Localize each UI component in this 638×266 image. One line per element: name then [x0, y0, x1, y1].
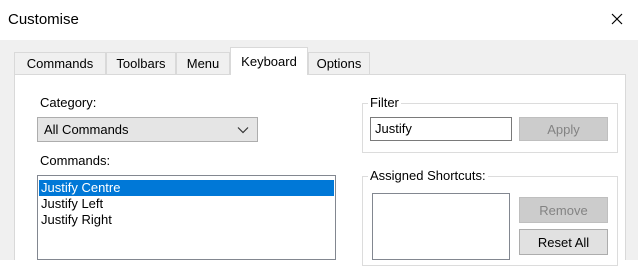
title-bar: Customise [0, 0, 638, 40]
shortcuts-listbox[interactable] [372, 193, 510, 260]
tab-label: Menu [186, 56, 220, 71]
filter-input[interactable]: Justify [370, 117, 512, 141]
category-value: All Commands [44, 122, 129, 137]
filter-input-value: Justify [375, 121, 412, 136]
list-item[interactable]: Justify Centre [39, 180, 334, 196]
category-dropdown[interactable]: All Commands [37, 117, 258, 142]
commands-label: Commands: [40, 153, 111, 168]
remove-button[interactable]: Remove [519, 197, 608, 223]
tab-label: Commands [26, 56, 94, 71]
tab-label: Options [316, 56, 362, 71]
close-icon [611, 13, 623, 25]
reset-all-button-label: Reset All [537, 234, 590, 250]
filter-group-title: Filter [368, 95, 401, 110]
tab-keyboard[interactable]: Keyboard [230, 47, 308, 75]
tab-options[interactable]: Options [308, 52, 370, 74]
category-label: Category: [40, 95, 97, 110]
reset-all-button[interactable]: Reset All [519, 229, 608, 255]
assigned-shortcuts-title: Assigned Shortcuts: [368, 168, 488, 183]
list-item[interactable]: Justify Left [39, 196, 334, 212]
tab-label: Keyboard [241, 54, 297, 69]
list-item[interactable]: Justify Right [39, 212, 334, 228]
chevron-down-icon [237, 127, 249, 134]
apply-button[interactable]: Apply [519, 117, 608, 141]
close-button[interactable] [602, 8, 632, 32]
apply-button-label: Apply [547, 121, 580, 137]
tab-menu[interactable]: Menu [176, 52, 230, 74]
remove-button-label: Remove [539, 202, 588, 218]
tab-label: Toolbars [116, 56, 166, 71]
commands-listbox[interactable]: Justify Centre Justify Left Justify Righ… [37, 175, 336, 260]
tab-commands[interactable]: Commands [14, 52, 106, 74]
tab-toolbars[interactable]: Toolbars [106, 52, 176, 74]
window-title: Customise [8, 11, 79, 28]
